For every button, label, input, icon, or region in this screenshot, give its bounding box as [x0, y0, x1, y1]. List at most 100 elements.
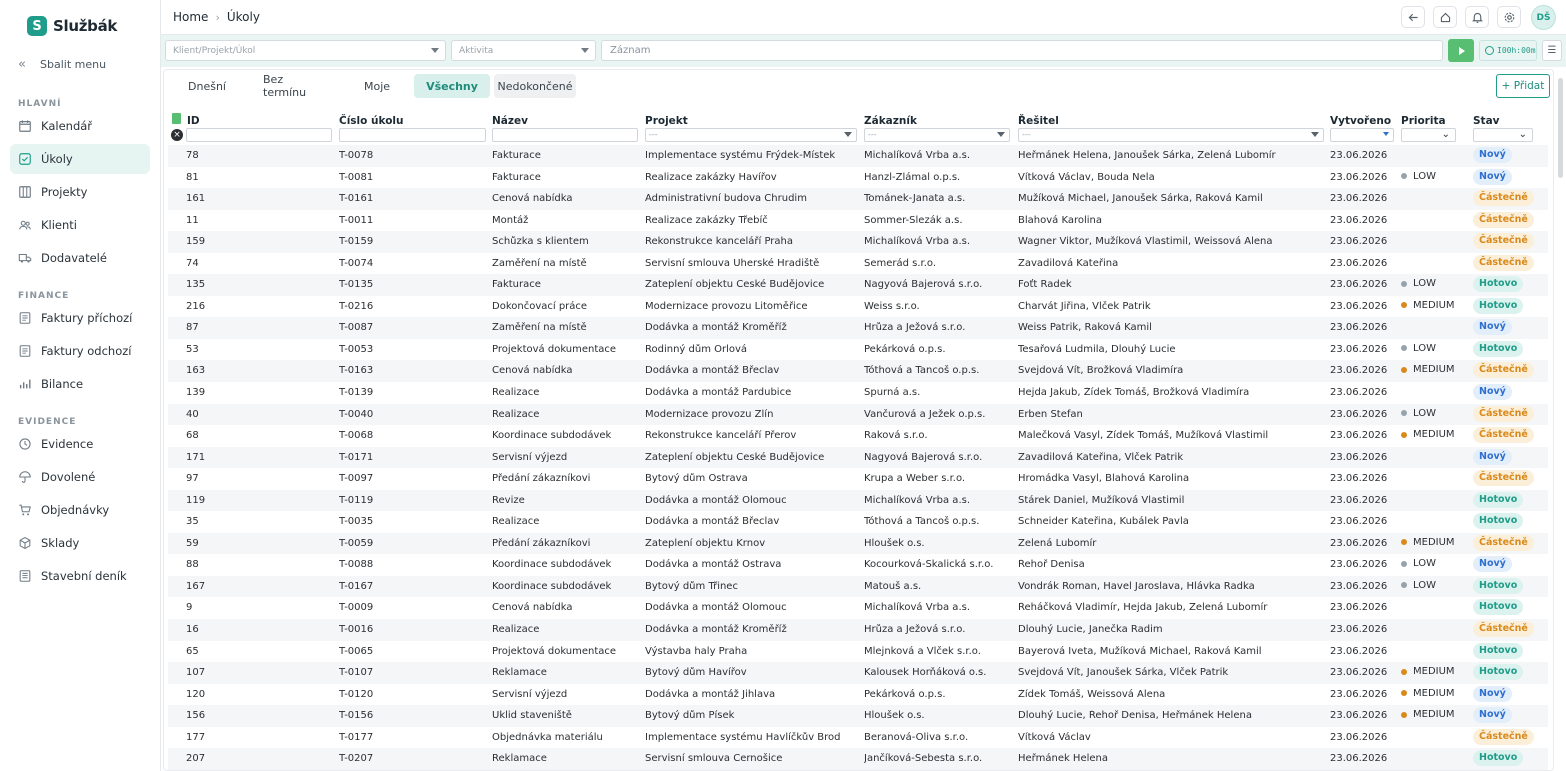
- record-input[interactable]: Záznam: [601, 40, 1443, 61]
- cell-customer: Nagyová Bajerová s.r.o.: [864, 451, 983, 463]
- table-row[interactable]: 120 T-0120 Servisní výjezd Dodávka a montáž…: [168, 684, 1548, 706]
- cell-created: 23.06.2026: [1330, 710, 1388, 722]
- filter-status[interactable]: ⌄: [1473, 128, 1533, 142]
- table-row[interactable]: 74 T-0074 Zaměření na místě Servisní smlouv…: [168, 253, 1548, 275]
- table-row[interactable]: 119 T-0119 Revize Dodávka a montáž Olomouc M…: [168, 489, 1548, 512]
- activity-select[interactable]: Aktivita: [451, 40, 596, 61]
- filter-id[interactable]: [186, 128, 332, 142]
- cell-created: 23.06.2026: [1330, 236, 1388, 248]
- excel-export-icon[interactable]: [172, 113, 181, 124]
- collapse-menu-button[interactable]: « Sbalit menu: [18, 57, 106, 72]
- sidebar-item-stavebni-denik[interactable]: Stavební deník: [10, 561, 150, 591]
- table-row[interactable]: 135 T-0135 Fakturace Zateplení objektu Česk…: [168, 274, 1548, 296]
- cell-status: Nový: [1473, 707, 1512, 724]
- cell-name: Fakturace: [492, 279, 541, 291]
- timer-value: I00h:00m: [1497, 46, 1536, 55]
- tab-nedokoncene[interactable]: Nedokončené: [494, 74, 576, 98]
- table-row[interactable]: 161 T-0161 Cenová nabídka Administrativní b…: [168, 188, 1548, 210]
- sidebar-item-klienti[interactable]: Klienti: [10, 210, 150, 240]
- filter-name[interactable]: [492, 128, 638, 142]
- add-task-button[interactable]: + Přidat: [1496, 74, 1550, 98]
- table-row[interactable]: 177 T-0177 Objednávka materiálu Implementac…: [168, 727, 1548, 749]
- client-project-task-select[interactable]: Klient/Projekt/Úkol: [165, 40, 446, 61]
- sidebar-item-ukoly[interactable]: Úkoly: [10, 144, 150, 174]
- table-row[interactable]: 171 T-0171 Servisní výjezd Zateplení objekt…: [168, 446, 1548, 469]
- table-row[interactable]: 81 T-0081 Fakturace Realizace zakázky Havíř…: [168, 167, 1548, 189]
- timer-list-button[interactable]: ☰: [1542, 40, 1562, 61]
- sidebar-item-sklady[interactable]: Sklady: [10, 528, 150, 558]
- table-row[interactable]: 59 T-0059 Předání zákazníkovi Zateplení obj…: [168, 532, 1548, 555]
- tab-bez-terminu[interactable]: Bez termínu: [248, 73, 340, 99]
- table-row[interactable]: 40 T-0040 Realizace Modernizace provozu Zlí…: [168, 403, 1548, 426]
- sidebar-item-dodavatele[interactable]: Dodavatelé: [10, 243, 150, 273]
- cell-number: T-0068: [339, 430, 374, 442]
- clear-filters-icon[interactable]: ×: [171, 129, 183, 141]
- table-row[interactable]: 107 T-0107 Reklamace Bytový dům Havířov Kalo…: [168, 662, 1548, 684]
- notifications-button[interactable]: [1465, 6, 1489, 28]
- status-badge: Nový: [1473, 147, 1512, 163]
- table-row[interactable]: 159 T-0159 Schůzka s klientem Rekonstrukce …: [168, 231, 1548, 253]
- table-row[interactable]: 139 T-0139 Realizace Dodávka a montáž Pardu…: [168, 382, 1548, 404]
- cell-number: T-0159: [339, 236, 374, 248]
- sidebar-item-dovolene[interactable]: Dovolené: [10, 462, 150, 492]
- user-avatar[interactable]: DŠ: [1531, 5, 1556, 30]
- table-row[interactable]: 53 T-0053 Projektová dokumentace Rodinný dů…: [168, 339, 1548, 361]
- cell-created: 23.06.2026: [1330, 150, 1388, 161]
- filter-number[interactable]: [339, 128, 486, 142]
- priority-label: LOW: [1413, 170, 1436, 182]
- app-logo[interactable]: S Službák: [27, 16, 117, 36]
- sidebar-item-projekty[interactable]: Projekty: [10, 177, 150, 207]
- tab-vsechny[interactable]: Všechny: [414, 74, 490, 98]
- table-row[interactable]: 163 T-0163 Cenová nabídka Dodávka a montáž …: [168, 360, 1548, 383]
- filter-assignee[interactable]: ---: [1018, 128, 1324, 142]
- cell-number: T-0074: [339, 257, 374, 269]
- cell-project: Dodávka a montáž Pardubice: [645, 387, 792, 399]
- sidebar-item-objednavky[interactable]: Objednávky: [10, 495, 150, 525]
- cell-customer: Hloušek o.s.: [864, 537, 925, 549]
- timer-display[interactable]: I00h:00m: [1479, 40, 1537, 61]
- cell-customer: Michalíková Vrba a.s.: [864, 150, 971, 161]
- cell-number: T-0216: [339, 300, 374, 312]
- priority-dot-icon: [1401, 690, 1407, 697]
- table-row[interactable]: 11 T-0011 Montáž Realizace zakázky Třebíč So…: [168, 210, 1548, 232]
- table-row[interactable]: 156 T-0156 Úklid staveniště Bytový dům Píse…: [168, 705, 1548, 727]
- table-row[interactable]: 167 T-0167 Koordinace subdodávek Bytový dům…: [168, 575, 1548, 598]
- home-button[interactable]: [1433, 6, 1457, 28]
- table-row[interactable]: 65 T-0065 Projektová dokumentace Výstavba h…: [168, 641, 1548, 663]
- table-row[interactable]: 216 T-0216 Dokončovací práce Modernizace pr…: [168, 296, 1548, 318]
- back-button[interactable]: [1401, 6, 1425, 28]
- table-row[interactable]: 35 T-0035 Realizace Dodávka a montáž Břecla…: [168, 511, 1548, 533]
- table-row[interactable]: 87 T-0087 Zaměření na místě Dodávka a montá…: [168, 317, 1548, 339]
- filter-priority[interactable]: ⌄: [1401, 128, 1456, 142]
- start-timer-button[interactable]: [1448, 39, 1474, 62]
- filter-customer[interactable]: ---: [864, 128, 1010, 142]
- sidebar-item-bilance[interactable]: Bilance: [10, 369, 150, 399]
- table-row[interactable]: 88 T-0088 Koordinace subdodávek Dodávka a m…: [168, 554, 1548, 576]
- tab-dnesni[interactable]: Dnešní: [170, 74, 244, 98]
- cell-created: 23.06.2026: [1330, 473, 1388, 485]
- sidebar-item-faktury-odchozi[interactable]: Faktury odchozí: [10, 336, 150, 366]
- sidebar-item-evidence[interactable]: Evidence: [10, 429, 150, 459]
- cell-priority: MEDIUM: [1401, 666, 1471, 677]
- cell-customer: Pekárková o.p.s.: [864, 688, 946, 700]
- priority-dot-icon: [1401, 560, 1407, 567]
- settings-button[interactable]: [1497, 6, 1521, 28]
- priority-dot-icon: [1401, 280, 1407, 287]
- tab-moje[interactable]: Moje: [344, 74, 410, 98]
- status-badge: Částečně: [1473, 254, 1534, 271]
- cell-id: 68: [186, 430, 199, 442]
- table-row[interactable]: 9 T-0009 Cenová nabídka Dodávka a montáž Ol…: [168, 597, 1548, 619]
- table-row[interactable]: 68 T-0068 Koordinace subdodávek Rekonstrukc…: [168, 425, 1548, 447]
- table-row[interactable]: 97 T-0097 Předání zákazníkovi Bytový dům Os…: [168, 468, 1548, 490]
- table-row[interactable]: 16 T-0016 Realizace Dodávka a montáž Kroměř…: [168, 619, 1548, 641]
- breadcrumb-home[interactable]: Home: [173, 10, 208, 24]
- sidebar-item-faktury-prichozi[interactable]: Faktury příchozí: [10, 303, 150, 333]
- table-row[interactable]: 207 T-0207 Reklamace Servisní smlouva Černo…: [168, 748, 1548, 770]
- priority-label: MEDIUM: [1413, 666, 1455, 678]
- caret-down-icon: [581, 48, 589, 53]
- scrollbar[interactable]: [1558, 78, 1563, 178]
- filter-created[interactable]: [1330, 128, 1394, 142]
- table-row[interactable]: 78 T-0078 Fakturace Implementace systému Fr…: [168, 145, 1548, 167]
- sidebar-item-kalendar[interactable]: Kalendář: [10, 111, 150, 141]
- filter-project[interactable]: ---: [645, 128, 857, 142]
